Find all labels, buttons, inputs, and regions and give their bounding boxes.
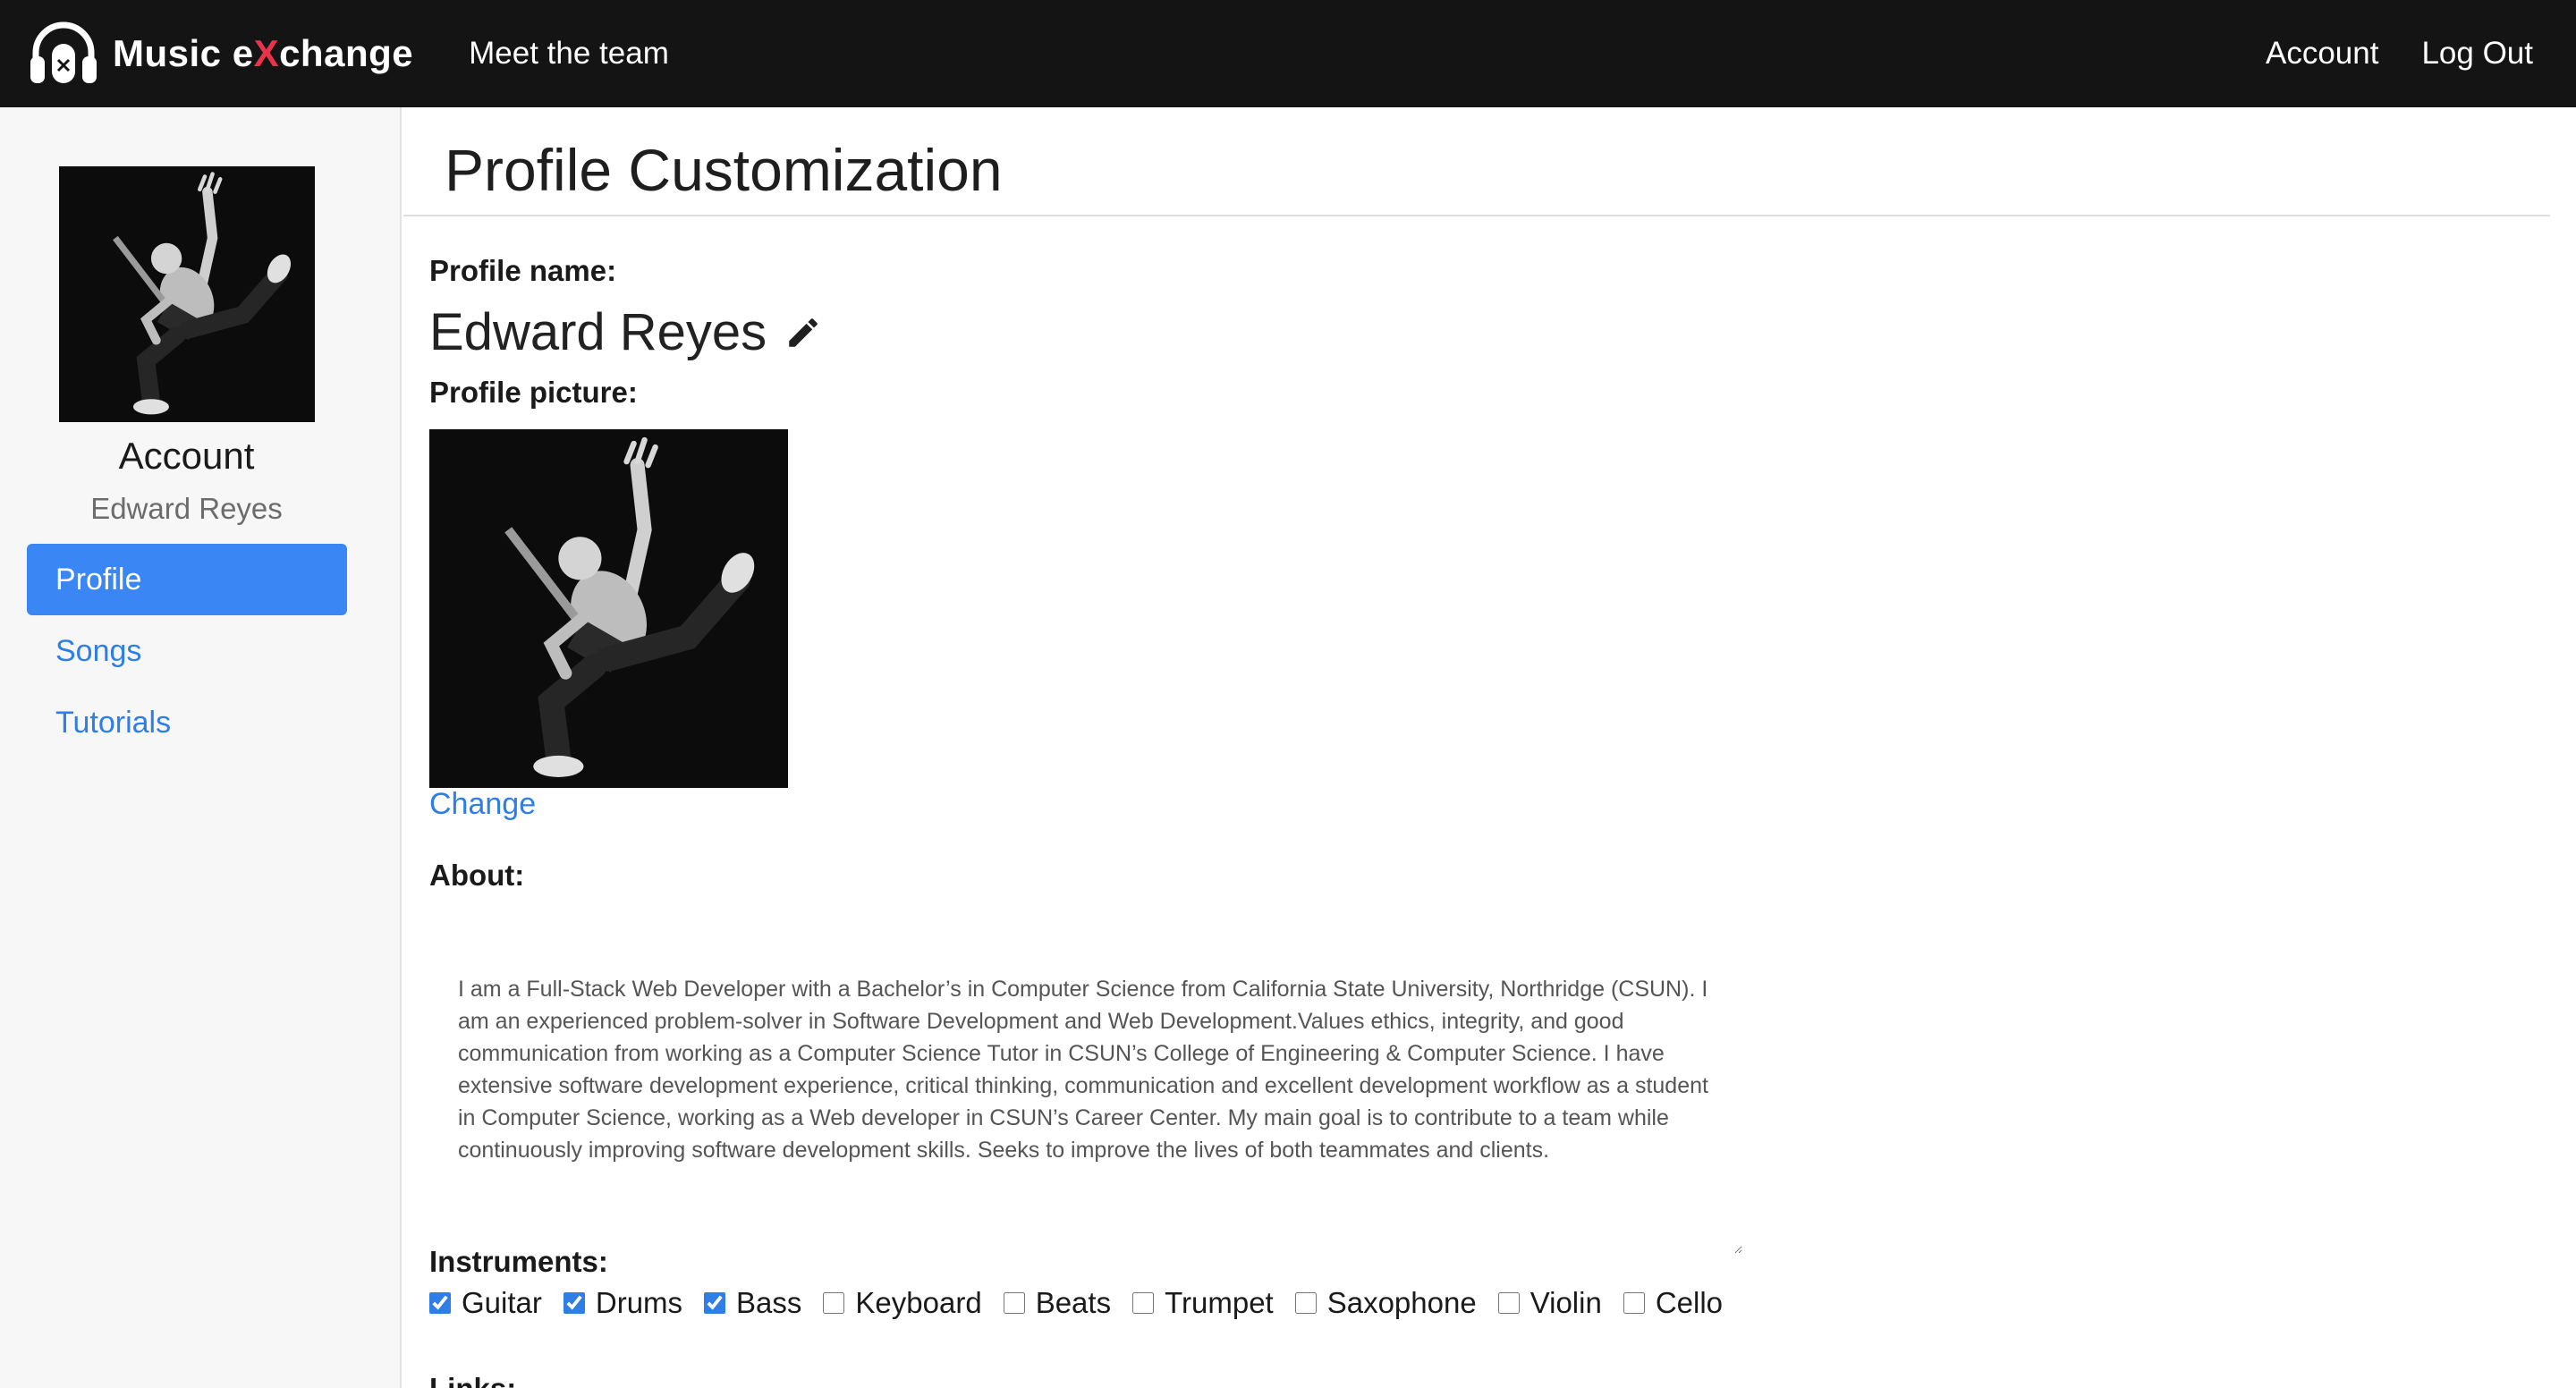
top-navbar: Music eXchange Meet the team Account Log… <box>0 0 2576 107</box>
trumpet-checkbox[interactable] <box>1132 1292 1155 1314</box>
instrument-bass[interactable]: Bass <box>704 1286 801 1320</box>
drums-checkbox[interactable] <box>563 1292 585 1314</box>
instrument-keyboard[interactable]: Keyboard <box>823 1286 982 1320</box>
brand-name: Music eXchange <box>113 32 414 74</box>
nav-account[interactable]: Account <box>2266 36 2378 72</box>
links-label: Links: <box>429 1372 516 1388</box>
sidebar-item-profile[interactable]: Profile <box>27 544 347 615</box>
sidebar-item-songs[interactable]: Songs <box>27 615 347 687</box>
sidebar-item-tutorials[interactable]: Tutorials <box>27 687 347 758</box>
instruments-group: Guitar Drums Bass Keyboard Beats Trumpet… <box>429 1286 1744 1320</box>
sidebar-nav: Profile Songs Tutorials <box>27 544 347 758</box>
instrument-cello[interactable]: Cello <box>1623 1286 1723 1320</box>
violin-checkbox[interactable] <box>1497 1292 1520 1314</box>
instrument-guitar[interactable]: Guitar <box>429 1286 542 1320</box>
about-textarea[interactable]: I am a Full-Stack Web Developer with a B… <box>429 930 1742 1254</box>
main-content: Profile Customization Profile name: Edwa… <box>403 107 2576 1388</box>
pencil-icon[interactable] <box>784 314 822 351</box>
guitar-checkbox[interactable] <box>429 1292 451 1314</box>
profile-name-label: Profile name: <box>429 254 617 287</box>
instrument-beats[interactable]: Beats <box>1003 1286 1111 1320</box>
guitarist-photo <box>59 166 315 422</box>
profile-picture <box>429 429 788 788</box>
instrument-saxophone[interactable]: Saxophone <box>1294 1286 1477 1320</box>
headphones-icon <box>30 21 97 83</box>
page-title: Profile Customization <box>445 137 1003 203</box>
sidebar-avatar <box>59 166 315 422</box>
change-picture-link[interactable]: Change <box>429 787 536 822</box>
beats-checkbox[interactable] <box>1003 1292 1025 1314</box>
nav-meet-the-team[interactable]: Meet the team <box>469 36 669 72</box>
keyboard-checkbox[interactable] <box>823 1292 845 1314</box>
sidebar-username: Edward Reyes <box>90 492 283 525</box>
instruments-label: Instruments: <box>429 1245 608 1278</box>
profile-picture-label: Profile picture: <box>429 376 638 409</box>
bass-checkbox[interactable] <box>704 1292 726 1314</box>
nav-right-group: Account Log Out <box>2266 36 2533 72</box>
profile-name: Edward Reyes <box>429 302 822 362</box>
sidebar-account-heading: Account <box>118 435 255 477</box>
account-sidebar: Account Edward Reyes Profile Songs Tutor… <box>0 107 402 1388</box>
nav-log-out[interactable]: Log Out <box>2421 36 2533 72</box>
about-label: About: <box>429 859 525 892</box>
profile-name-text: Edward Reyes <box>429 303 767 361</box>
title-divider <box>403 215 2550 216</box>
guitarist-photo-large <box>429 429 788 788</box>
cello-checkbox[interactable] <box>1623 1292 1645 1314</box>
instrument-trumpet[interactable]: Trumpet <box>1132 1286 1274 1320</box>
instrument-drums[interactable]: Drums <box>563 1286 682 1320</box>
instrument-violin[interactable]: Violin <box>1497 1286 1602 1320</box>
brand-home-link[interactable]: Music eXchange <box>27 17 413 90</box>
saxophone-checkbox[interactable] <box>1294 1292 1317 1314</box>
